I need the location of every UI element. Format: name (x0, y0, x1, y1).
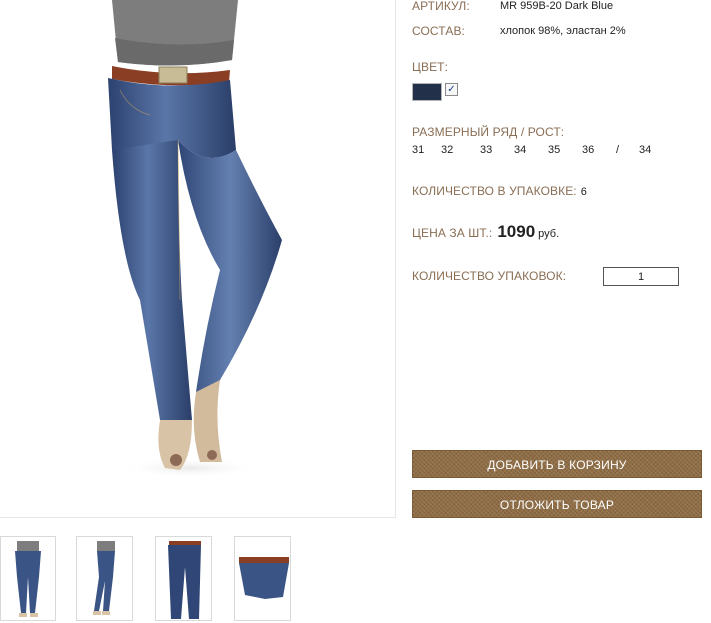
composition-label: СОСТАВ: (412, 24, 465, 38)
pack-quantity-value: 6 (580, 186, 587, 198)
color-label: ЦВЕТ: (412, 60, 449, 74)
thumbnail-flat-front[interactable] (155, 536, 212, 621)
color-swatch-dark-blue[interactable] (412, 83, 442, 101)
pack-quantity-label: КОЛИЧЕСТВО В УПАКОВКЕ: (412, 184, 577, 198)
price-label: ЦЕНА ЗА ШТ.: (412, 226, 493, 240)
size-item: 34 (514, 144, 527, 156)
size-label: РАЗМЕРНЫЙ РЯД / РОСТ: (412, 125, 565, 139)
pack-quantity-row: КОЛИЧЕСТВО В УПАКОВКЕ: 6 (412, 182, 587, 200)
add-to-cart-button[interactable]: ДОБАВИТЬ В КОРЗИНУ (412, 450, 702, 478)
article-value: MR 959B-20 Dark Blue (500, 0, 614, 12)
size-list: 31 32 33 34 35 36 / 34 (412, 144, 672, 158)
packages-quantity-input[interactable] (603, 267, 679, 286)
jeans-flat-thumbnail-icon (168, 541, 201, 619)
price-value: 1090 (497, 222, 536, 241)
height-item: 34 (639, 144, 652, 156)
jeans-front-thumbnail-icon (15, 541, 41, 617)
article-label: АРТИКУЛ: (412, 0, 470, 13)
size-item: 33 (480, 144, 493, 156)
size-item: 36 (582, 144, 595, 156)
size-item: 32 (441, 144, 454, 156)
jeans-waist-thumbnail-icon (239, 557, 289, 599)
size-item: 31 (412, 144, 425, 156)
thumbnail-waist-closeup[interactable] (234, 536, 291, 621)
price-row: ЦЕНА ЗА ШТ.: 1090 руб. (412, 222, 559, 242)
thumbnail-front-view[interactable] (0, 536, 56, 621)
color-checkbox[interactable]: ✓ (445, 83, 458, 96)
jeans-model-illustration (108, 0, 282, 478)
packages-quantity-label: КОЛИЧЕСТВО УПАКОВОК: (412, 269, 567, 283)
save-for-later-button[interactable]: ОТЛОЖИТЬ ТОВАР (412, 490, 702, 518)
price-currency: руб. (538, 228, 560, 240)
composition-value: хлопок 98%, эластан 2% (500, 25, 626, 37)
product-main-image (0, 0, 396, 518)
size-item: 35 (548, 144, 561, 156)
jeans-side-thumbnail-icon (93, 541, 115, 615)
size-separator: / (616, 144, 620, 156)
thumbnail-side-view[interactable] (76, 536, 133, 621)
